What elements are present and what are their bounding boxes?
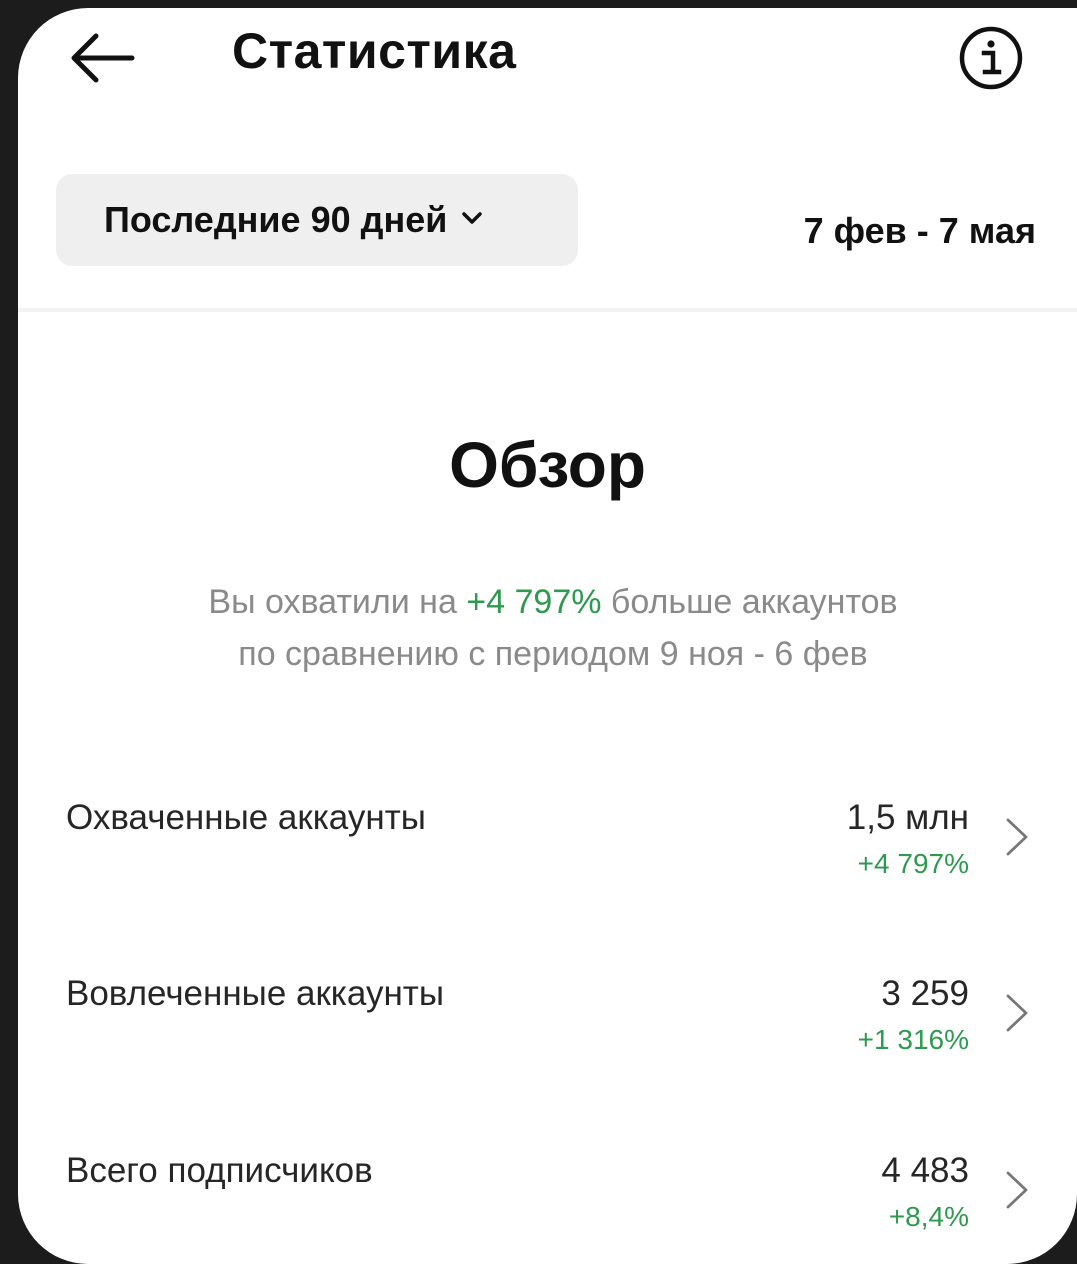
overview-desc-prefix: Вы охватили на <box>208 583 467 621</box>
chevron-right-icon <box>1006 994 1028 1032</box>
chevron-right-icon <box>1006 818 1028 856</box>
info-circle-icon <box>959 26 1023 90</box>
chevron-right-icon <box>1006 1171 1028 1209</box>
period-dropdown-label: Последние 90 дней <box>104 199 448 240</box>
divider <box>18 308 1077 312</box>
metric-row-engaged-accounts[interactable]: Вовлеченные аккаунты 3 259 +1 316% <box>18 974 1077 1104</box>
metric-value: 3 259 <box>881 974 969 1013</box>
date-range: 7 фев - 7 мая <box>803 210 1036 251</box>
metric-change: +1 316% <box>857 1024 969 1055</box>
metric-label: Охваченные аккаунты <box>66 798 426 837</box>
header: Статистика <box>18 8 1077 118</box>
metric-value: 4 483 <box>881 1151 969 1190</box>
arrow-left-icon <box>71 33 135 83</box>
overview-description: Вы охватили на +4 797% больше аккаунтов … <box>98 576 1008 680</box>
metric-row-reached-accounts[interactable]: Охваченные аккаунты 1,5 млн +4 797% <box>18 798 1077 928</box>
period-dropdown[interactable]: Последние 90 дней <box>56 174 578 266</box>
metric-value: 1,5 млн <box>846 798 969 837</box>
statistics-screen: Статистика Последние 90 дней 7 фев - 7 м… <box>18 8 1077 1264</box>
metric-change: +4 797% <box>857 848 969 879</box>
metric-label: Всего подписчиков <box>66 1151 373 1190</box>
metric-row-total-followers[interactable]: Всего подписчиков 4 483 +8,4% <box>18 1151 1077 1264</box>
page-title: Статистика <box>232 23 517 79</box>
metric-label: Вовлеченные аккаунты <box>66 974 444 1013</box>
overview-desc-highlight: +4 797% <box>466 583 602 621</box>
overview-title: Обзор <box>449 429 646 501</box>
info-button[interactable] <box>958 25 1024 91</box>
back-button[interactable] <box>66 30 138 86</box>
chevron-down-icon <box>462 212 483 224</box>
overview-desc-line2: по сравнению с периодом 9 ноя - 6 фев <box>238 635 868 673</box>
overview-desc-suffix: больше аккаунтов <box>601 583 898 621</box>
metric-change: +8,4% <box>888 1201 969 1232</box>
